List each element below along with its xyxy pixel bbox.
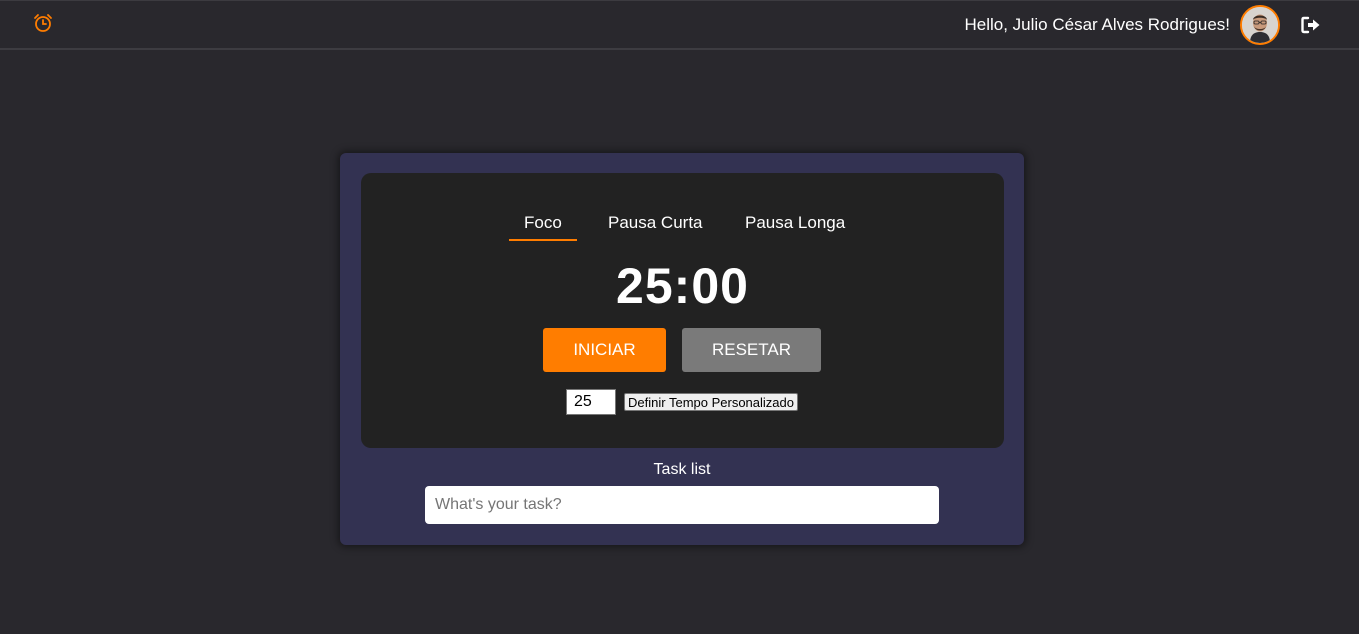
avatar[interactable] <box>1240 5 1280 45</box>
pomodoro-card: Foco Pausa Curta Pausa Longa 25:00 INICI… <box>340 153 1024 545</box>
start-button[interactable]: INICIAR <box>543 328 666 372</box>
timer-display: 25:00 <box>616 258 749 314</box>
top-navbar: Hello, Julio César Alves Rodrigues! <box>0 0 1359 50</box>
reset-button[interactable]: RESETAR <box>682 328 821 372</box>
tab-foco[interactable]: Foco <box>509 213 577 241</box>
tab-pausa-longa[interactable]: Pausa Longa <box>745 213 845 233</box>
timer-panel: Foco Pausa Curta Pausa Longa 25:00 INICI… <box>361 173 1004 448</box>
task-input[interactable] <box>425 486 939 524</box>
sign-out-icon[interactable] <box>1300 15 1322 35</box>
tab-pausa-curta[interactable]: Pausa Curta <box>608 213 703 233</box>
set-custom-time-button[interactable]: Definir Tempo Personalizado <box>624 393 798 411</box>
alarm-clock-icon[interactable] <box>31 11 55 35</box>
custom-time-input[interactable] <box>566 389 616 415</box>
user-greeting: Hello, Julio César Alves Rodrigues! <box>964 15 1230 34</box>
task-list-title: Task list <box>653 461 711 478</box>
